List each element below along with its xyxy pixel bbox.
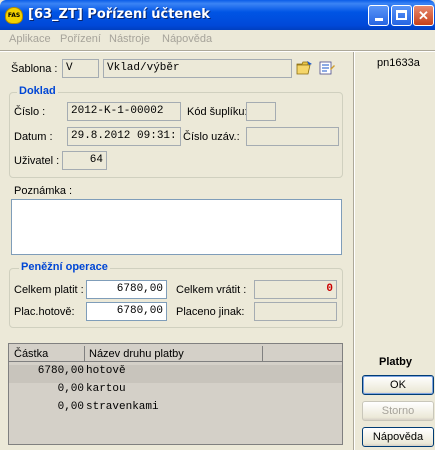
doklad-title: Doklad (17, 85, 58, 97)
menu-porizeni[interactable]: Pořízení (60, 33, 101, 45)
uzivatel-label: Uživatel : (14, 155, 60, 167)
minimize-icon (374, 18, 383, 21)
celkem-platit-label: Celkem platit : (14, 284, 84, 296)
close-icon: ✕ (418, 8, 429, 23)
amount-cell: 6780,00 (37, 365, 84, 377)
column-header-amount[interactable]: Částka (14, 348, 48, 360)
template-code-field[interactable]: V (62, 59, 99, 78)
minimize-button[interactable] (368, 5, 389, 26)
cislo-uzav-label: Číslo uzáv.: (183, 131, 240, 143)
menu-napoveda[interactable]: Nápověda (162, 33, 212, 45)
menu-separator (0, 50, 435, 52)
poznamka-textarea[interactable] (11, 199, 342, 255)
celkem-vratit-label: Celkem vrátit : (176, 284, 247, 296)
ok-button[interactable]: OK (362, 375, 434, 395)
table-row[interactable]: 0,00 stravenkami (9, 401, 342, 419)
plac-hotove-label: Plac.hotově: (14, 306, 75, 318)
type-cell: hotově (86, 365, 126, 377)
edit-list-icon[interactable] (318, 60, 336, 76)
column-header-type[interactable]: Název druhu platby (89, 348, 184, 360)
type-cell: stravenkami (86, 401, 159, 413)
amount-cell: 0,00 (57, 401, 84, 413)
amount-cell: 0,00 (57, 383, 84, 395)
celkem-platit-field[interactable]: 6780,00 (86, 280, 167, 299)
datum-label: Datum : (14, 131, 53, 143)
kod-suplik-field[interactable] (246, 102, 276, 121)
panel-divider (353, 52, 355, 450)
menu-nastroje[interactable]: Nástroje (109, 33, 150, 45)
open-folder-icon[interactable] (296, 60, 314, 76)
table-row[interactable]: 0,00 kartou (9, 383, 342, 401)
help-button[interactable]: Nápověda (362, 427, 434, 447)
template-label: Šablona : (11, 63, 58, 75)
maximize-icon (396, 10, 407, 20)
app-logo-icon: FAS (5, 7, 23, 24)
menu-aplikace[interactable]: Aplikace (9, 33, 51, 45)
maximize-button[interactable] (391, 5, 412, 26)
column-separator[interactable] (262, 346, 263, 361)
type-cell: kartou (86, 383, 126, 395)
storno-button[interactable]: Storno (362, 401, 434, 421)
cislo-uzav-field[interactable] (246, 127, 339, 146)
datum-field[interactable]: 29.8.2012 09:31: (67, 127, 181, 146)
payments-side-title: Platby (379, 356, 413, 368)
column-separator[interactable] (84, 346, 85, 361)
user-code-label: pn1633a (377, 57, 420, 69)
penezni-title: Peněžní operace (19, 261, 110, 273)
cislo-field[interactable]: 2012-K-1-00002 (67, 102, 181, 121)
celkem-vratit-field[interactable]: 0 (254, 280, 337, 299)
poznamka-label: Poznámka : (14, 185, 73, 197)
table-row[interactable]: 6780,00 hotově (9, 365, 342, 383)
cislo-label: Číslo : (14, 106, 46, 118)
placeno-jinak-label: Placeno jinak: (176, 306, 245, 318)
plac-hotove-field[interactable]: 6780,00 (86, 302, 167, 321)
kod-suplik-label: Kód šuplíku: (187, 106, 248, 118)
uzivatel-field[interactable]: 64 (62, 151, 107, 170)
placeno-jinak-field[interactable] (254, 302, 337, 321)
close-button[interactable]: ✕ (413, 5, 434, 26)
grid-header-divider (9, 361, 342, 362)
template-name-field[interactable]: Vklad/výběr (103, 59, 292, 78)
window-title: [63_ZT] Pořízení účtenek (28, 7, 210, 22)
